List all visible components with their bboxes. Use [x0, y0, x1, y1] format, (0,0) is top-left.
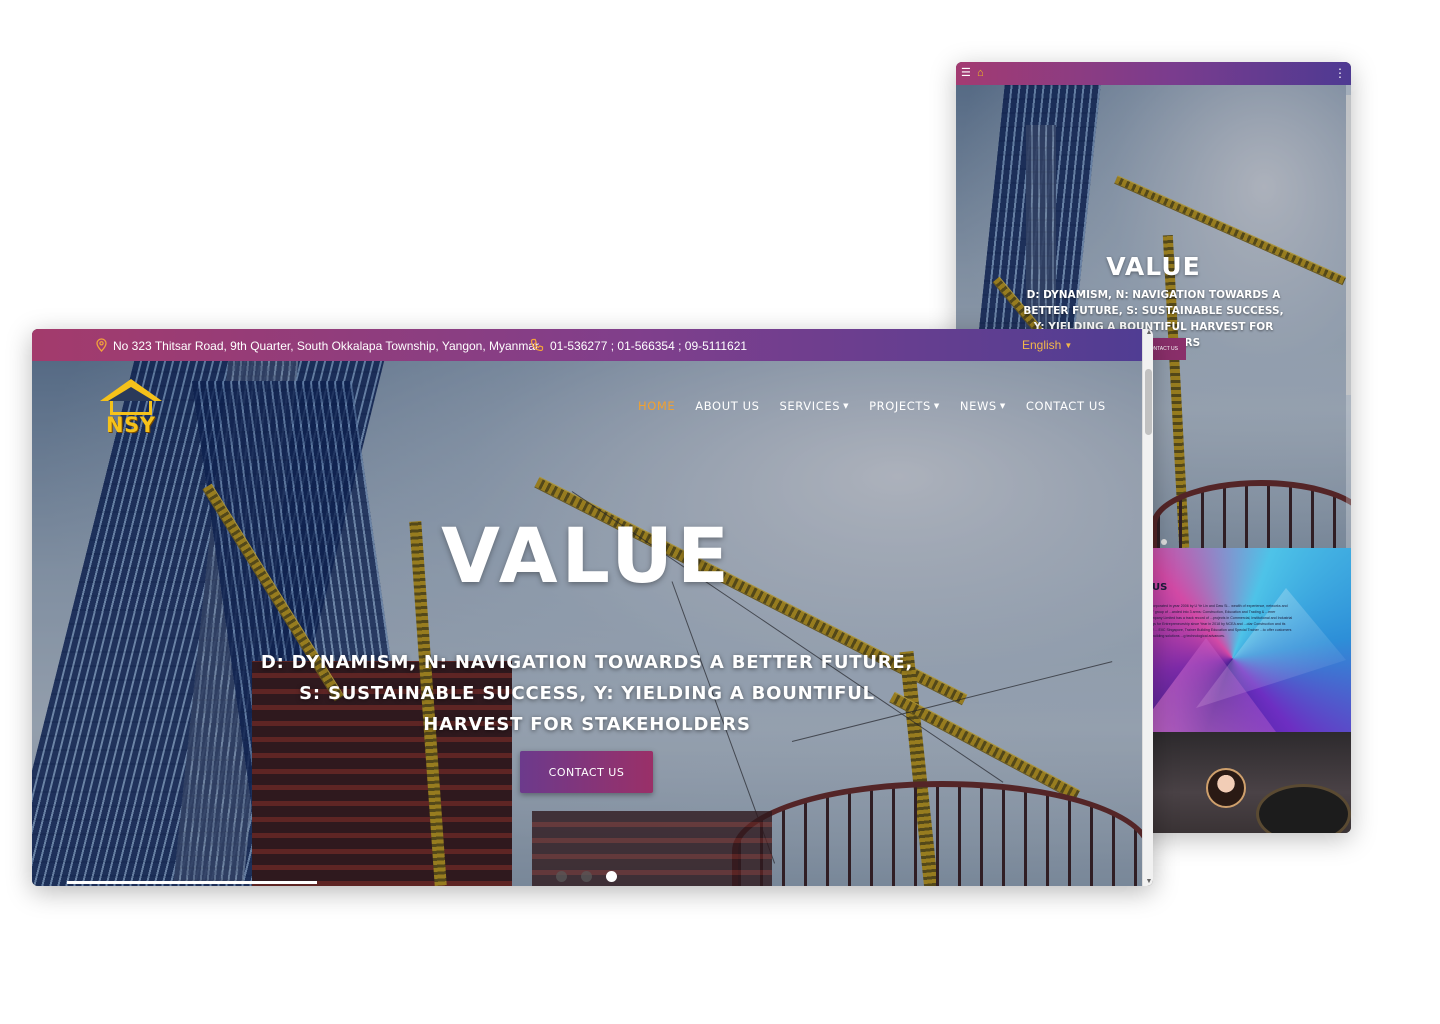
- chevron-down-icon: ▼: [933, 402, 940, 410]
- phone-icon: [530, 338, 544, 354]
- scroll-up-icon[interactable]: ▲: [1145, 329, 1153, 336]
- nav-about-label: ABOUT US: [695, 399, 760, 413]
- address-info: No 323 Thitsar Road, 9th Quarter, South …: [96, 338, 539, 354]
- nav-services[interactable]: SERVICES ▼: [770, 399, 860, 413]
- mobile-about-heading: US: [1152, 582, 1168, 593]
- nav-projects-label: PROJECTS: [869, 399, 931, 413]
- language-label: English: [1022, 338, 1062, 352]
- nav-contact-label: CONTACT US: [1025, 399, 1106, 413]
- hero-carousel: NSY HOME ABOUT US SERVICES ▼ PROJECTS ▼ NE…: [32, 361, 1142, 886]
- scroll-down-icon[interactable]: ▼: [1145, 878, 1153, 885]
- contact-us-button[interactable]: CONTACT US: [520, 751, 653, 793]
- map-pin-icon: [96, 338, 107, 354]
- nav-home-label: HOME: [638, 399, 676, 413]
- nav-services-label: SERVICES: [779, 399, 841, 413]
- chevron-down-icon: ▼: [999, 402, 1006, 410]
- book-image: [1256, 784, 1351, 833]
- progress-line: [67, 881, 317, 884]
- nav-contact[interactable]: CONTACT US: [1016, 399, 1116, 413]
- nav-home[interactable]: HOME: [628, 399, 685, 413]
- carousel-dot-active[interactable]: [606, 871, 617, 882]
- main-nav: HOME ABOUT US SERVICES ▼ PROJECTS ▼ NEWS ▼ …: [628, 399, 1116, 413]
- nav-news[interactable]: NEWS ▼: [950, 399, 1016, 413]
- scrollbar-thumb[interactable]: [1145, 369, 1152, 435]
- avatar: [1206, 768, 1246, 808]
- carousel-dot[interactable]: [581, 871, 592, 882]
- chevron-down-icon: ▼: [843, 402, 850, 410]
- carousel-indicators: [556, 871, 617, 882]
- mobile-carousel-dot[interactable]: [1161, 539, 1167, 545]
- address-text: No 323 Thitsar Road, 9th Quarter, South …: [113, 339, 540, 353]
- mobile-scrollbar[interactable]: [1346, 85, 1351, 548]
- mobile-hero-title: VALUE: [1106, 252, 1201, 281]
- caret-down-icon: ▼: [1064, 340, 1073, 350]
- hero-subtitle: D: DYNAMISM, N: NAVIGATION TOWARDS A BET…: [260, 652, 914, 735]
- mobile-logo-icon[interactable]: ⌂: [977, 66, 989, 80]
- mobile-header-bar: ☰ ⌂ ⋮: [956, 62, 1351, 85]
- nav-news-label: NEWS: [959, 399, 997, 413]
- desktop-preview: No 323 Thitsar Road, 9th Quarter, South …: [32, 329, 1153, 886]
- phone-text[interactable]: 01-536277 ; 01-566354 ; 09-5111621: [550, 339, 747, 353]
- carousel-dot[interactable]: [556, 871, 567, 882]
- vertical-scrollbar[interactable]: ▲ ▼: [1142, 329, 1153, 886]
- kebab-menu-icon[interactable]: ⋮: [1334, 65, 1346, 81]
- logo-text: NSY: [106, 413, 156, 437]
- nsy-logo[interactable]: NSY: [96, 379, 166, 439]
- language-selector[interactable]: English ▼: [1022, 338, 1072, 352]
- nav-projects[interactable]: PROJECTS ▼: [859, 399, 950, 413]
- top-info-bar: No 323 Thitsar Road, 9th Quarter, South …: [32, 329, 1153, 361]
- phone-info: 01-536277 ; 01-566354 ; 09-5111621: [530, 338, 747, 354]
- hamburger-icon[interactable]: ☰: [961, 67, 971, 79]
- hero-title: VALUE: [441, 511, 733, 600]
- nav-about[interactable]: ABOUT US: [685, 399, 769, 413]
